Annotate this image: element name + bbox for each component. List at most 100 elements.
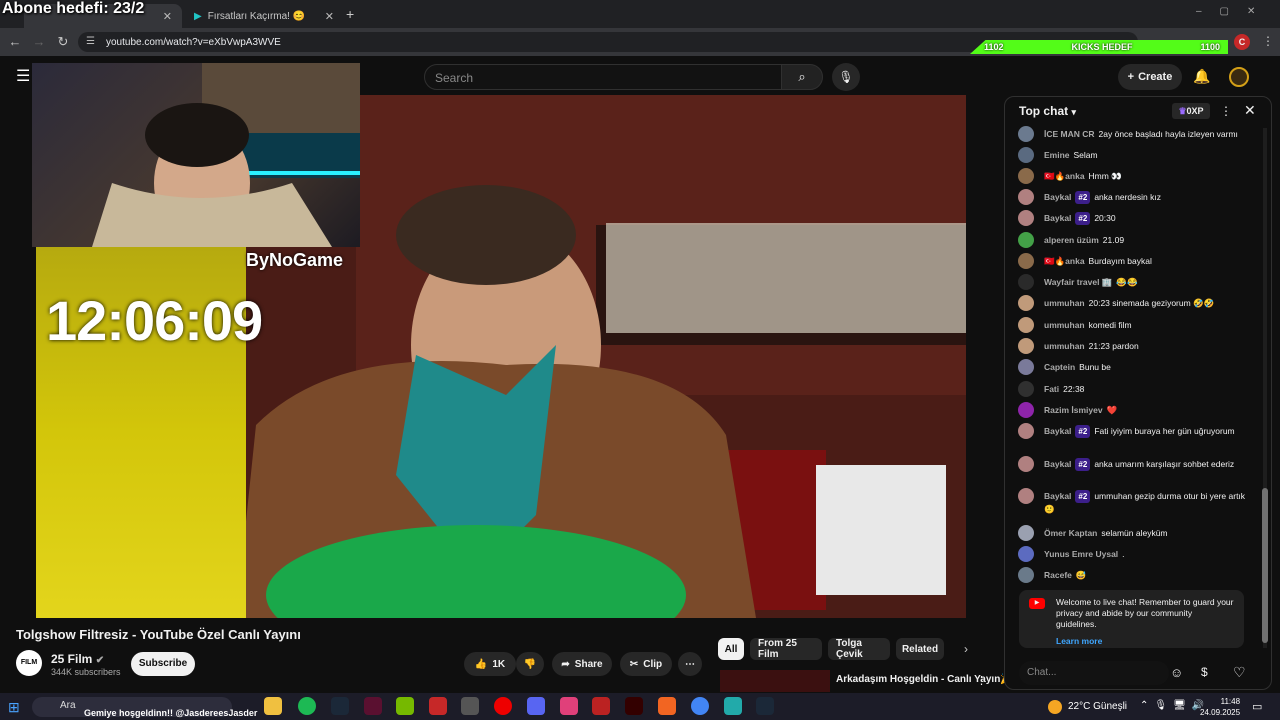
window-controls[interactable]: –▢✕	[1196, 6, 1273, 17]
chat-author[interactable]: Ömer Kaptan	[1044, 528, 1097, 538]
chat-avatar[interactable]	[1018, 210, 1034, 226]
menu-icon[interactable]: ☰	[16, 66, 30, 86]
chip-from-channel[interactable]: From 25 Film	[750, 638, 822, 660]
chip-tolga-cevik[interactable]: Tolga Çevik	[828, 638, 890, 660]
chat-avatar[interactable]	[1018, 147, 1034, 163]
chat-author[interactable]: ummuhan	[1044, 320, 1085, 330]
chat-author[interactable]: Baykal	[1044, 213, 1071, 223]
chat-avatar[interactable]	[1018, 381, 1034, 397]
spotify-icon[interactable]	[298, 697, 316, 715]
chat-author[interactable]: Yunus Emre Uysal	[1044, 549, 1118, 559]
chip-related[interactable]: Related	[896, 638, 944, 660]
chat-author[interactable]: Baykal	[1044, 459, 1071, 469]
chat-avatar[interactable]	[1018, 317, 1034, 333]
dislike-button[interactable]: 👎	[516, 652, 544, 676]
chat-avatar[interactable]	[1018, 359, 1034, 375]
channel-name[interactable]: 25 Film ✔	[51, 652, 104, 666]
chat-author[interactable]: alperen üzüm	[1044, 235, 1099, 245]
chat-avatar[interactable]	[1018, 488, 1034, 504]
steam-icon[interactable]	[331, 697, 349, 715]
browser-menu-icon[interactable]: ⋮	[1262, 34, 1274, 48]
super-chat-icon[interactable]: $	[1201, 665, 1208, 679]
chat-author[interactable]: Baykal	[1044, 192, 1071, 202]
close-chat-icon[interactable]: ✕	[1244, 102, 1256, 119]
nvidia-icon[interactable]	[396, 697, 414, 715]
chat-author[interactable]: Razim İsmiyev	[1044, 405, 1103, 415]
chat-input[interactable]: Chat...	[1019, 661, 1169, 685]
heart-icon[interactable]: ♡	[1233, 664, 1246, 681]
share-button[interactable]: ➦ Share	[552, 652, 612, 676]
chat-avatar[interactable]	[1018, 546, 1034, 562]
clip-button[interactable]: ✂ Clip	[620, 652, 672, 676]
new-tab-icon[interactable]: +	[346, 6, 354, 22]
weather-text[interactable]: 22°C Güneşli	[1068, 701, 1127, 712]
chat-avatar[interactable]	[1018, 525, 1034, 541]
chat-author[interactable]: Baykal	[1044, 426, 1071, 436]
chat-author[interactable]: Wayfair travel 🏢	[1044, 277, 1112, 287]
chat-avatar[interactable]	[1018, 338, 1034, 354]
chat-avatar[interactable]	[1018, 168, 1034, 184]
app-icon[interactable]	[560, 697, 578, 715]
like-button[interactable]: 👍 1K	[464, 652, 516, 676]
search-button[interactable]: ⌕	[781, 64, 823, 90]
steam-icon[interactable]	[756, 697, 774, 715]
chat-scrollbar-thumb[interactable]	[1262, 488, 1268, 643]
chat-avatar[interactable]	[1018, 567, 1034, 583]
learn-more-link[interactable]: Learn more	[1056, 636, 1234, 647]
app-icon[interactable]	[724, 697, 742, 715]
emoji-icon[interactable]: ☺	[1170, 665, 1183, 680]
chat-author[interactable]: Baykal	[1044, 491, 1071, 501]
app-icon[interactable]	[364, 697, 382, 715]
channel-avatar[interactable]: FILM	[16, 650, 42, 676]
back-icon[interactable]: ←	[6, 33, 24, 51]
chat-author[interactable]: Fati	[1044, 384, 1059, 394]
taskbar-clock[interactable]: 11:48 24.09.2025	[1200, 696, 1240, 718]
file-explorer-icon[interactable]	[264, 697, 282, 715]
chat-author[interactable]: 🇹🇷🔥anka	[1044, 171, 1085, 181]
close-tab-icon[interactable]: ✕	[163, 10, 172, 23]
chat-avatar[interactable]	[1018, 126, 1034, 142]
related-video-thumbnail[interactable]	[720, 670, 830, 692]
related-more-icon[interactable]: ⋮	[976, 674, 987, 687]
chat-avatar[interactable]	[1018, 456, 1034, 472]
chip-all[interactable]: All	[718, 638, 744, 660]
close-tab-icon[interactable]: ✕	[325, 10, 334, 23]
more-actions-button[interactable]: ⋯	[678, 652, 702, 676]
app-icon[interactable]	[429, 697, 447, 715]
chat-author[interactable]: ummuhan	[1044, 298, 1085, 308]
voice-search-icon[interactable]: 🎙	[832, 63, 860, 91]
chat-more-icon[interactable]: ⋮	[1220, 104, 1232, 118]
chat-author[interactable]: Captein	[1044, 362, 1075, 372]
create-button[interactable]: + Create	[1118, 64, 1182, 90]
app-icon[interactable]	[461, 697, 479, 715]
chat-author[interactable]: ummuhan	[1044, 341, 1085, 351]
reload-icon[interactable]: ↻	[54, 33, 72, 51]
chat-avatar[interactable]	[1018, 295, 1034, 311]
notification-center-icon[interactable]: ▭	[1252, 700, 1262, 713]
chat-avatar[interactable]	[1018, 232, 1034, 248]
chevron-right-icon[interactable]: ›	[964, 642, 968, 656]
chat-avatar[interactable]	[1018, 189, 1034, 205]
xp-badge[interactable]: ♛0XP	[1172, 103, 1210, 119]
site-info-icon[interactable]: ☰	[86, 36, 95, 47]
app-icon[interactable]	[625, 697, 643, 715]
chat-mode-dropdown[interactable]: Top chat ▾	[1019, 104, 1076, 118]
chat-avatar[interactable]	[1018, 274, 1034, 290]
app-icon[interactable]	[592, 697, 610, 715]
chat-avatar[interactable]	[1018, 423, 1034, 439]
discord-icon[interactable]	[527, 697, 545, 715]
profile-avatar[interactable]: C	[1234, 34, 1250, 50]
chat-avatar[interactable]	[1018, 402, 1034, 418]
chat-author[interactable]: İCE MAN CR	[1044, 129, 1095, 139]
account-avatar[interactable]	[1229, 67, 1249, 87]
notifications-icon[interactable]: 🔔	[1193, 68, 1210, 85]
opera-icon[interactable]	[494, 697, 512, 715]
chrome-icon[interactable]	[691, 697, 709, 715]
windows-start-icon[interactable]: ⊞	[8, 699, 20, 716]
chat-author[interactable]: 🇹🇷🔥anka	[1044, 256, 1085, 266]
forward-icon[interactable]: →	[30, 33, 48, 51]
chat-avatar[interactable]	[1018, 253, 1034, 269]
search-input[interactable]: Search	[424, 64, 782, 90]
chat-author[interactable]: Racefe	[1044, 570, 1072, 580]
chat-author[interactable]: Emine	[1044, 150, 1070, 160]
